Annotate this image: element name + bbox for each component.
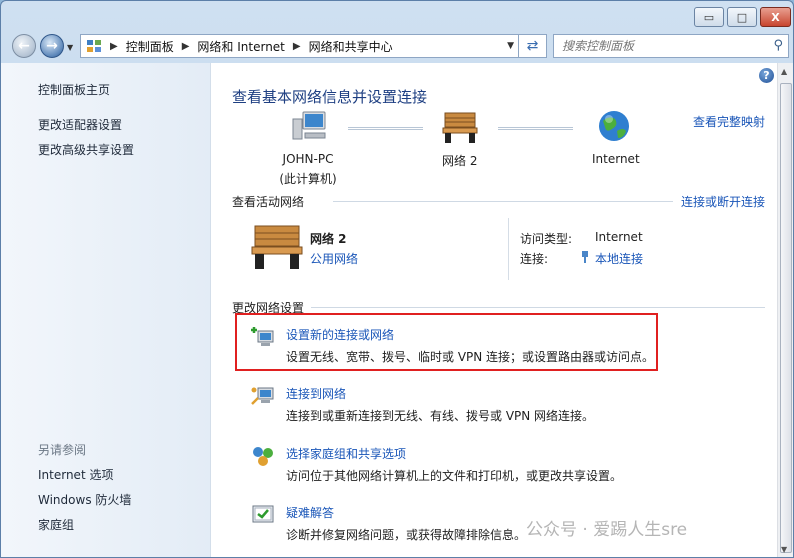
pc-sub-label: (此计算机)	[279, 172, 337, 186]
sidebar: 控制面板主页 更改适配器设置 更改高级共享设置 另请参阅 Internet 选项…	[1, 63, 211, 557]
breadcrumb-separator-icon: ▶	[110, 40, 118, 52]
page-title: 查看基本网络信息并设置连接	[232, 88, 428, 106]
view-full-map-link[interactable]: 查看完整映射	[693, 113, 765, 130]
maximize-button[interactable]: □	[727, 7, 757, 27]
vertical-scrollbar[interactable]: ▲ ▼	[777, 63, 793, 557]
search-input[interactable]	[560, 38, 764, 54]
main-content: ? 查看基本网络信息并设置连接 查看完整映射 JOHN-PC (此计算机) 网络…	[211, 63, 777, 557]
connections-label: 连接:	[520, 252, 549, 266]
troubleshoot-icon	[252, 505, 274, 523]
task-new-connection-link[interactable]: 设置新的连接或网络	[286, 326, 394, 343]
address-bar[interactable]: ▶ 控制面板 ▶ 网络和 Internet ▶ 网络和共享中心 ▼	[80, 34, 519, 58]
vertical-divider	[508, 218, 509, 280]
breadcrumb-network-sharing-center[interactable]: 网络和共享中心	[309, 38, 393, 55]
maximize-icon: □	[736, 10, 748, 24]
homegroup-icon	[253, 447, 273, 466]
watermark: 公众号 · 爱踢人生sre	[526, 520, 688, 540]
scroll-up-icon[interactable]: ▲	[781, 67, 787, 76]
help-icon[interactable]: ?	[759, 68, 774, 83]
scroll-down-icon[interactable]: ▼	[781, 545, 787, 554]
recent-pages-dropdown[interactable]: ▼	[67, 43, 73, 52]
scrollbar-thumb[interactable]	[780, 83, 792, 553]
access-type-label: 访问类型:	[520, 232, 573, 246]
task-connect-network-link[interactable]: 连接到网络	[286, 385, 346, 402]
active-network-name: 网络 2	[310, 232, 347, 246]
local-connection-link[interactable]: 本地连接	[595, 250, 643, 267]
ethernet-icon	[582, 251, 588, 263]
network-type-link[interactable]: 公用网络	[310, 250, 358, 267]
active-network-bench-icon	[251, 225, 303, 269]
sidebar-item-control-panel-home[interactable]: 控制面板主页	[38, 81, 110, 98]
see-also-header: 另请参阅	[38, 443, 87, 457]
breadcrumb-separator-icon[interactable]: ▶	[293, 41, 301, 52]
refresh-button[interactable]: ⇄	[519, 34, 547, 58]
map-connector-line	[348, 127, 423, 130]
forward-arrow-icon: →	[46, 38, 58, 54]
active-networks-header: 查看活动网络	[232, 195, 305, 209]
map-internet-label: Internet	[592, 152, 640, 166]
breadcrumb-control-panel[interactable]: 控制面板	[126, 38, 174, 55]
map-connector-line	[498, 127, 573, 130]
minimize-icon: ▭	[703, 10, 715, 24]
breadcrumb-separator-icon[interactable]: ▶	[182, 41, 190, 52]
task-troubleshoot-link[interactable]: 疑难解答	[286, 504, 334, 521]
close-icon: X	[771, 10, 780, 24]
window: ▭ □ X ← → ▼ ▶ 控制面板 ▶ 网络和 Internet ▶ 网络和共…	[0, 0, 794, 558]
back-arrow-icon: ←	[18, 38, 30, 54]
forward-button[interactable]: →	[40, 34, 64, 58]
network-bench-icon	[442, 112, 478, 143]
task-troubleshoot-desc: 诊断并修复网络问题，或获得故障排除信息。	[286, 528, 527, 542]
task-new-connection-desc: 设置无线、宽带、拨号、临时或 VPN 连接；或设置路由器或访问点。	[286, 350, 655, 364]
back-button[interactable]: ←	[12, 34, 36, 58]
search-box[interactable]: ⚲	[553, 34, 789, 58]
breadcrumb-network-internet[interactable]: 网络和 Internet	[197, 38, 284, 55]
close-button[interactable]: X	[760, 7, 791, 27]
sidebar-link-internet-options[interactable]: Internet 选项	[38, 466, 113, 483]
minimize-button[interactable]: ▭	[694, 7, 724, 27]
pc-name-label: JOHN-PC	[282, 152, 334, 166]
section-divider	[311, 307, 765, 308]
sidebar-item-change-advanced-sharing[interactable]: 更改高级共享设置	[38, 141, 134, 158]
refresh-icon: ⇄	[526, 38, 539, 54]
access-type-value: Internet	[595, 230, 643, 244]
control-panel-icon	[87, 40, 101, 52]
sidebar-item-change-adapter-settings[interactable]: 更改适配器设置	[38, 116, 122, 133]
internet-globe-icon	[599, 111, 629, 141]
task-homegroup-desc: 访问位于其他网络计算机上的文件和打印机，或更改共享设置。	[286, 469, 623, 483]
computer-icon	[292, 111, 326, 140]
task-connect-network-desc: 连接到或重新连接到无线、有线、拨号或 VPN 网络连接。	[286, 409, 595, 423]
new-connection-icon	[251, 327, 274, 346]
connect-network-icon	[251, 387, 274, 405]
sidebar-link-homegroup[interactable]: 家庭组	[38, 516, 74, 533]
navigation-bar: ← → ▼ ▶ 控制面板 ▶ 网络和 Internet ▶ 网络和共享中心 ▼ …	[1, 31, 793, 61]
section-divider	[333, 201, 673, 202]
address-dropdown-icon[interactable]: ▼	[507, 41, 514, 51]
search-icon[interactable]: ⚲	[773, 38, 783, 53]
sidebar-link-windows-firewall[interactable]: Windows 防火墙	[38, 491, 131, 508]
task-homegroup-link[interactable]: 选择家庭组和共享选项	[286, 445, 406, 462]
map-network-label: 网络 2	[442, 154, 478, 168]
connect-disconnect-link[interactable]: 连接或断开连接	[681, 193, 765, 210]
